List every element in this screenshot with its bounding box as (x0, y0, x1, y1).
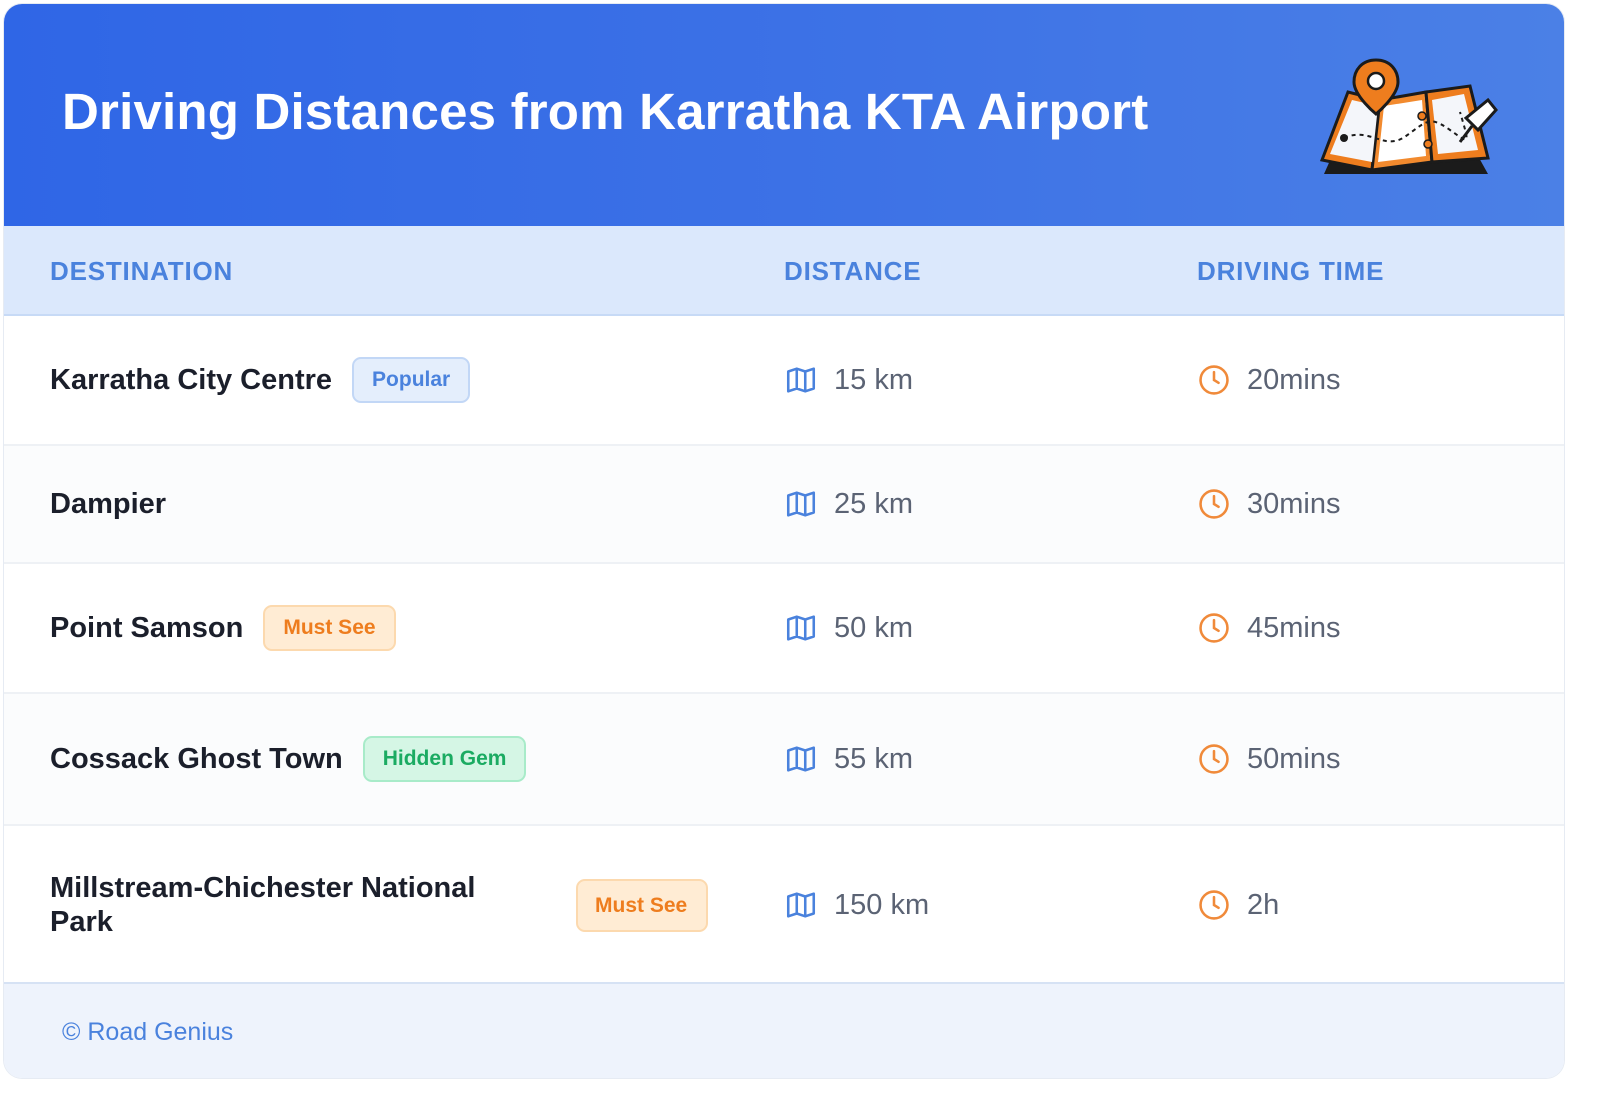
destination-cell: Cossack Ghost Town Hidden Gem (50, 694, 704, 824)
distance-cell: 150 km (784, 826, 929, 984)
map-icon (786, 892, 816, 918)
table-row: Dampier 25 km 30mins (4, 446, 1564, 564)
clock-icon (1199, 744, 1229, 774)
map-icon (786, 746, 816, 772)
clock-icon (1199, 365, 1229, 395)
destination-name: Point Samson (50, 612, 244, 644)
distance-value: 25 km (834, 487, 913, 520)
driving-time-value: 45mins (1247, 611, 1341, 644)
map-icon (786, 491, 816, 517)
clock-icon (1199, 613, 1229, 643)
destination-cell: Karratha City Centre Popular (50, 316, 704, 444)
destination-name: Cossack Ghost Town (50, 743, 343, 775)
map-icon (786, 615, 816, 641)
driving-time-value: 20mins (1247, 363, 1341, 396)
column-header-destination: DESTINATION (50, 256, 234, 286)
distance-table-card: Driving Distances from Karratha KTA Airp… (4, 4, 1564, 1078)
driving-time-value: 2h (1247, 888, 1280, 921)
map-icon (786, 367, 816, 393)
distance-cell: 25 km (784, 446, 913, 562)
footer: © Road Genius (4, 982, 1564, 1078)
time-cell: 45mins (1197, 564, 1341, 692)
table-row: Karratha City Centre Popular 15 km 20min… (4, 316, 1564, 446)
destination-name: Dampier (50, 488, 167, 520)
table-header: DESTINATION DISTANCE DRIVING TIME (4, 226, 1564, 316)
page-title: Driving Distances from Karratha KTA Airp… (62, 83, 1149, 140)
distance-value: 15 km (834, 363, 913, 396)
status-badge: Popular (352, 357, 471, 403)
destination-name: Karratha City Centre (50, 364, 333, 396)
distance-cell: 15 km (784, 316, 913, 444)
column-header-distance: DISTANCE (784, 256, 922, 286)
table-row: Point Samson Must See 50 km 45mins (4, 564, 1564, 694)
driving-time-value: 30mins (1247, 487, 1341, 520)
clock-icon (1199, 489, 1229, 519)
distance-value: 150 km (834, 888, 930, 921)
time-cell: 30mins (1197, 446, 1341, 562)
status-badge: Must See (263, 605, 396, 651)
clock-icon (1199, 890, 1229, 920)
driving-time-value: 50mins (1247, 742, 1341, 775)
status-badge: Must See (576, 878, 708, 932)
destination-cell: Point Samson Must See (50, 564, 704, 692)
table-row: Millstream-Chichester National Park Must… (4, 826, 1564, 984)
status-badge: Hidden Gem (362, 736, 527, 782)
time-cell: 20mins (1197, 316, 1341, 444)
table-row: Cossack Ghost Town Hidden Gem 55 km 50mi… (4, 694, 1564, 826)
destination-cell: Millstream-Chichester National Park Must… (50, 826, 708, 984)
distance-value: 50 km (834, 611, 913, 644)
destination-cell: Dampier (50, 446, 704, 562)
distance-cell: 50 km (784, 564, 913, 692)
destination-name: Millstream-Chichester National Park (50, 872, 476, 938)
time-cell: 2h (1197, 826, 1279, 984)
distance-cell: 55 km (784, 694, 913, 824)
header-banner: Driving Distances from Karratha KTA Airp… (4, 4, 1564, 226)
map-with-location-pin-icon (1319, 58, 1498, 174)
column-header-driving-time: DRIVING TIME (1197, 256, 1385, 286)
footer-credit: © Road Genius (62, 1018, 234, 1046)
distance-value: 55 km (834, 742, 913, 775)
time-cell: 50mins (1197, 694, 1341, 824)
